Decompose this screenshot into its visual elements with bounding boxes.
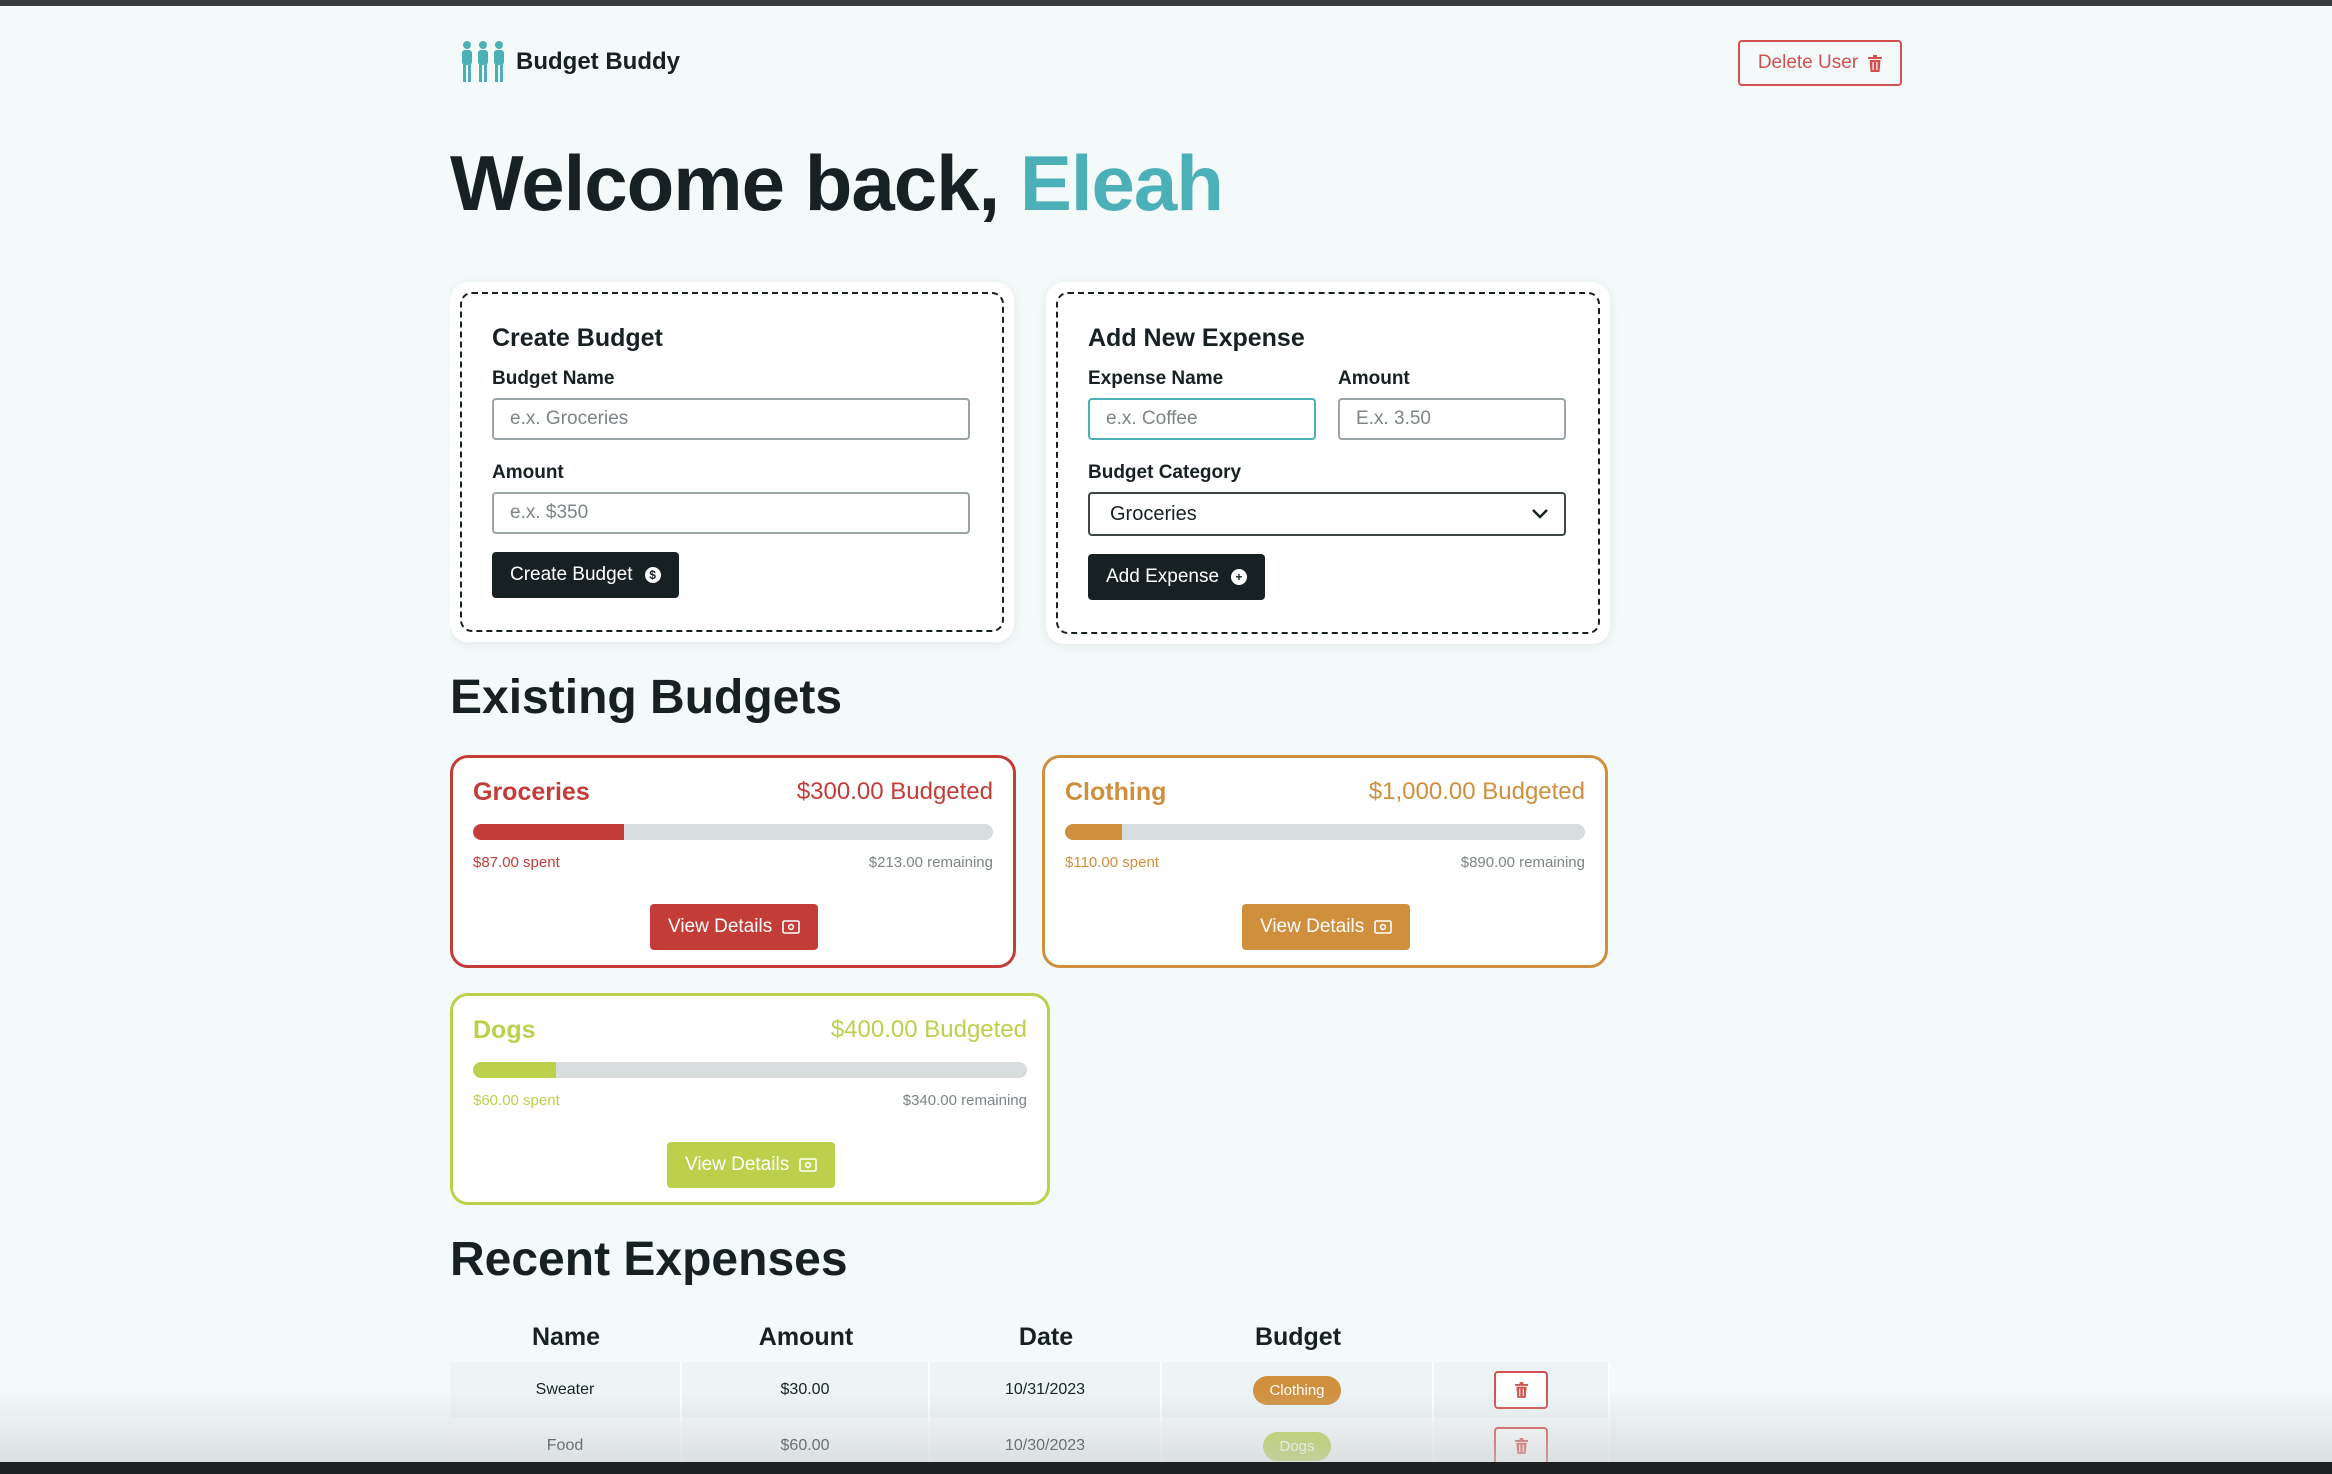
expense-date: 10/30/2023 (930, 1418, 1162, 1462)
banknote-icon (1374, 920, 1393, 934)
expense-date: 10/31/2023 (930, 1362, 1162, 1418)
add-expense-button[interactable]: Add Expense + (1088, 554, 1266, 600)
main-container: Budget Buddy Delete User Welcome back, E… (450, 0, 1910, 1462)
spent-amount: $60.00 spent (473, 1092, 560, 1109)
column-header-budget: Budget (1254, 1322, 1342, 1351)
delete-user-button[interactable]: Delete User (1738, 40, 1902, 86)
expense-name: Food (450, 1418, 682, 1462)
view-details-button[interactable]: View Details (667, 1142, 836, 1188)
budget-card-clothing: Clothing $1,000.00 Budgeted $110.00 spen… (1042, 755, 1608, 968)
view-details-label: View Details (668, 916, 773, 937)
spent-amount: $87.00 spent (473, 854, 560, 871)
welcome-heading: Welcome back, Eleah (450, 138, 1224, 229)
add-expense-card: Add New Expense Expense Name Amount Budg… (1046, 282, 1610, 644)
window-bottom-border (0, 1462, 2332, 1474)
expense-amount: $30.00 (682, 1362, 930, 1418)
budget-pill[interactable]: Dogs (1263, 1431, 1331, 1461)
expense-name: Sweater (450, 1362, 682, 1418)
chevron-down-icon (1532, 509, 1548, 519)
progress-bar (473, 1062, 1027, 1078)
create-budget-label: Create Budget (510, 564, 633, 585)
view-details-label: View Details (685, 1154, 790, 1175)
expense-amount: $60.00 (682, 1418, 930, 1462)
people-logo-icon (462, 41, 504, 82)
add-expense-form: Add New Expense Expense Name Amount Budg… (1056, 292, 1600, 634)
column-header-date: Date (1018, 1322, 1074, 1351)
trash-icon (1514, 1382, 1528, 1398)
table-header-row: Name Amount Date Budget (450, 1312, 1610, 1362)
welcome-prefix: Welcome back, (450, 139, 1000, 227)
app-name: Budget Buddy (516, 48, 680, 75)
expense-amount-label: Amount (1338, 368, 1410, 389)
budget-name: Groceries (473, 778, 590, 806)
banknote-icon (782, 920, 801, 934)
delete-user-label: Delete User (1757, 52, 1859, 73)
expense-amount-input[interactable] (1338, 398, 1566, 440)
budget-card-dogs: Dogs $400.00 Budgeted $60.00 spent $340.… (450, 993, 1050, 1205)
table-row: Food $60.00 10/30/2023 Dogs (450, 1418, 1610, 1462)
banknote-icon (799, 1158, 818, 1172)
add-expense-title: Add New Expense (1088, 324, 1305, 352)
spent-amount: $110.00 spent (1065, 854, 1159, 871)
create-budget-button[interactable]: Create Budget $ (492, 552, 679, 598)
progress-bar (1065, 824, 1585, 840)
remaining-amount: $340.00 remaining (902, 1092, 1027, 1109)
budget-amount: $300.00 Budgeted (796, 778, 993, 805)
create-budget-title: Create Budget (492, 324, 663, 352)
budget-amount-input[interactable] (492, 492, 970, 534)
existing-budgets-title: Existing Budgets (450, 671, 843, 724)
expense-budget-cell: Dogs (1162, 1418, 1434, 1462)
view-details-button[interactable]: View Details (650, 904, 819, 950)
delete-expense-button[interactable] (1494, 1371, 1548, 1409)
expense-actions-cell (1434, 1418, 1610, 1462)
create-budget-card: Create Budget Budget Name Amount Create … (450, 282, 1014, 642)
recent-expenses-title: Recent Expenses (450, 1233, 848, 1286)
delete-expense-button[interactable] (1494, 1427, 1548, 1462)
progress-fill (473, 824, 624, 840)
budget-name: Dogs (473, 1016, 536, 1044)
budget-category-select[interactable]: Groceries (1088, 492, 1566, 536)
trash-icon (1868, 54, 1883, 72)
add-expense-label: Add Expense (1106, 566, 1220, 587)
expense-budget-cell: Clothing (1162, 1362, 1434, 1418)
budget-name: Clothing (1065, 778, 1167, 806)
progress-bar (473, 824, 993, 840)
create-budget-form: Create Budget Budget Name Amount Create … (460, 292, 1004, 632)
budget-category-value: Groceries (1110, 502, 1197, 525)
plus-circle-icon: + (1231, 569, 1248, 585)
logo[interactable]: Budget Buddy (460, 40, 680, 84)
column-header-amount: Amount (758, 1322, 854, 1351)
budget-name-input[interactable] (492, 398, 970, 440)
welcome-username: Eleah (1019, 139, 1224, 227)
trash-icon (1514, 1438, 1528, 1454)
expense-actions-cell (1434, 1362, 1610, 1418)
progress-fill (1065, 824, 1123, 840)
progress-fill (473, 1062, 557, 1078)
budget-amount: $400.00 Budgeted (830, 1016, 1027, 1043)
budget-name-label: Budget Name (492, 368, 615, 389)
budget-amount-label: Amount (492, 462, 564, 483)
budget-card-groceries: Groceries $300.00 Budgeted $87.00 spent … (450, 755, 1016, 968)
column-header-name: Name (531, 1322, 601, 1351)
budget-category-label: Budget Category (1088, 462, 1242, 483)
expenses-table: Name Amount Date Budget Sweater $30.00 1… (450, 1312, 1610, 1462)
expense-name-input[interactable] (1088, 398, 1316, 440)
expense-name-label: Expense Name (1088, 368, 1224, 389)
table-row: Sweater $30.00 10/31/2023 Clothing (450, 1362, 1610, 1418)
view-details-button[interactable]: View Details (1242, 904, 1411, 950)
remaining-amount: $213.00 remaining (868, 854, 993, 871)
dollar-circle-icon: $ (644, 567, 661, 583)
budget-pill[interactable]: Clothing (1253, 1375, 1341, 1405)
budget-amount: $1,000.00 Budgeted (1368, 778, 1585, 805)
view-details-label: View Details (1260, 916, 1365, 937)
remaining-amount: $890.00 remaining (1460, 854, 1585, 871)
column-header-actions (1434, 1312, 1610, 1362)
